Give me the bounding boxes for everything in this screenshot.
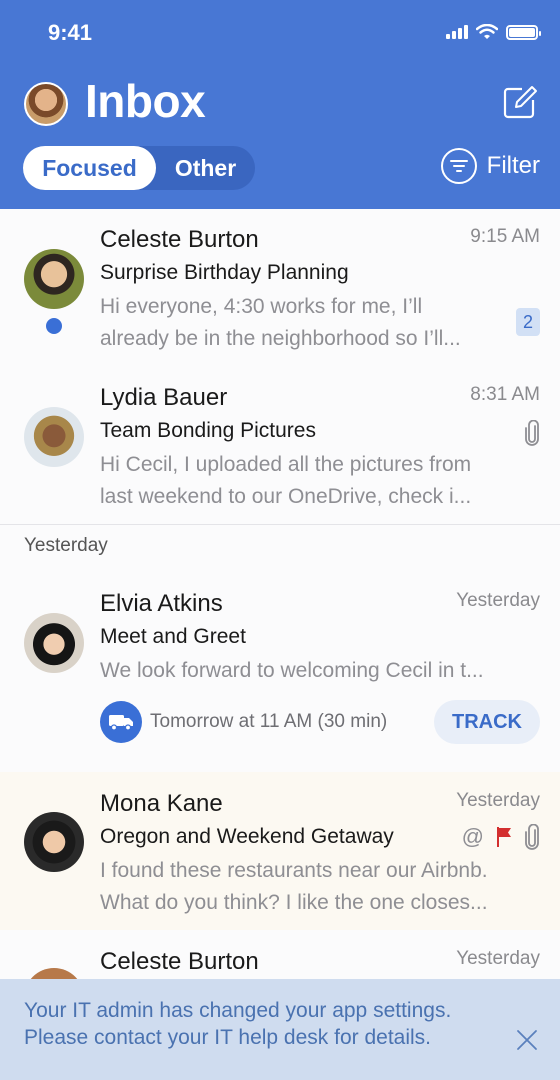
message-preview: Hi Cecil, I uploaded all the pictures fr… [100,449,510,513]
sender-avatar [24,613,84,673]
package-tracking-card: Tomorrow at 11 AM (30 min) TRACK [100,700,540,744]
delivery-time: Tomorrow at 11 AM (30 min) [150,711,388,732]
message-subject: Oregon and Weekend Getaway [100,825,394,848]
message-item[interactable]: Mona Kane Yesterday Oregon and Weekend G… [0,772,560,930]
status-icons [446,24,541,40]
message-time: 8:31 AM [470,384,540,405]
message-preview: Hi everyone, 4:30 works for me, I’ll alr… [100,291,510,355]
message-time: Yesterday [456,948,540,969]
preview-line: Hi everyone, 4:30 works for me, I’ll [100,295,423,318]
banner-message: Your IT admin has changed your app setti… [24,999,452,1049]
section-yesterday: Yesterday [0,525,560,575]
unread-indicator [46,318,62,334]
preview-line: Hi Cecil, I uploaded all the pictures fr… [100,453,472,476]
it-admin-banner: Your IT admin has changed your app setti… [0,979,560,1080]
message-item[interactable]: Celeste Burton 9:15 AM Surprise Birthday… [0,209,560,367]
sender-avatar [24,407,84,467]
close-icon[interactable] [516,1029,538,1051]
sender-name: Celeste Burton [100,948,259,975]
message-subject: Surprise Birthday Planning [100,261,349,284]
preview-line: last weekend to our OneDrive, check i... [100,485,472,508]
preview-line: What do you think? I like the one closes… [100,891,488,914]
tab-other[interactable]: Other [156,146,255,190]
message-time: Yesterday [456,590,540,611]
message-preview: We look forward to welcoming Cecil in t.… [100,655,510,687]
thread-count-badge: 2 [516,308,540,336]
sender-name: Lydia Bauer [100,384,228,411]
cellular-signal-icon [446,25,468,39]
filter-label: Filter [486,152,540,179]
message-status-icons: @ [462,824,540,850]
message-time: Yesterday [456,790,540,811]
preview-line: We look forward to welcoming Cecil in t.… [100,659,484,682]
message-preview: I found these restaurants near our Airbn… [100,855,540,919]
message-subject: Meet and Greet [100,625,246,648]
section-header: Yesterday [24,535,108,556]
mention-icon: @ [461,824,484,849]
attachment-icon [525,420,539,446]
page-title: Inbox [85,75,206,127]
app-header: 9:41 Inbox Focused Other Filter [0,0,560,209]
filter-button[interactable]: Filter [440,148,540,184]
message-item[interactable]: Elvia Atkins Yesterday Meet and Greet We… [0,575,560,772]
account-avatar[interactable] [24,82,68,126]
sender-avatar [24,249,84,309]
message-time: 9:15 AM [470,226,540,247]
truck-icon [100,701,142,743]
filter-icon [440,148,477,184]
preview-line: already be in the neighborhood so I’ll..… [100,327,461,350]
compose-icon[interactable] [502,84,538,120]
sender-avatar [24,812,84,872]
battery-icon [506,24,541,40]
track-button[interactable]: TRACK [434,700,540,744]
message-item[interactable]: Lydia Bauer 8:31 AM Team Bonding Picture… [0,367,560,525]
inbox-tabs: Focused Other [23,146,255,190]
tab-focused[interactable]: Focused [23,146,156,190]
sender-name: Celeste Burton [100,226,259,253]
flag-icon [497,827,511,847]
message-subject: Team Bonding Pictures [100,419,316,442]
wifi-icon [476,24,498,39]
attachment-icon [525,824,539,850]
sender-name: Mona Kane [100,790,223,817]
message-list: Celeste Burton 9:15 AM Surprise Birthday… [0,209,560,1050]
preview-line: I found these restaurants near our Airbn… [100,859,488,882]
sender-name: Elvia Atkins [100,590,223,617]
status-time: 9:41 [48,20,93,45]
